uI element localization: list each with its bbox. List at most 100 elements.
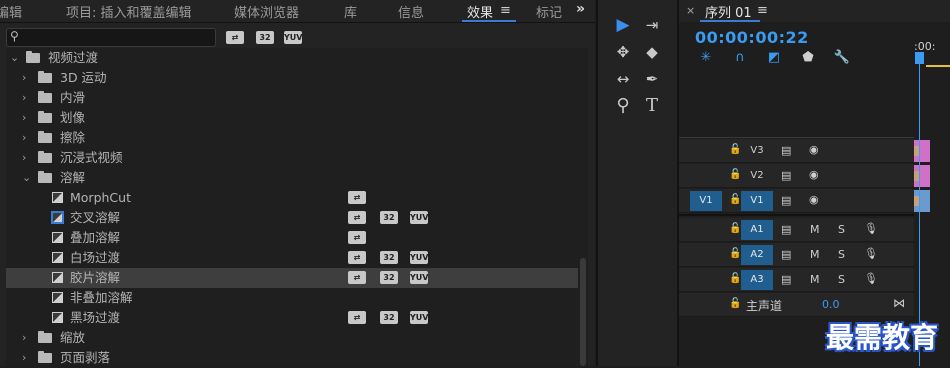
snap-magnet-icon[interactable]: ∩ — [731, 50, 749, 66]
active-tab-indicator — [462, 20, 516, 22]
track-target-a3[interactable]: A3 — [741, 270, 773, 290]
mute-button[interactable]: M — [810, 273, 820, 286]
track-select-forward-tool-icon[interactable]: ⇥ — [641, 14, 663, 36]
chevron-down-icon[interactable]: ⌄ — [10, 48, 19, 68]
tree-folder-dissolve[interactable]: ⌄ 溶解 — [6, 168, 578, 188]
32bit-filter-icon[interactable]: 32 — [256, 31, 274, 44]
effect-additive-dissolve[interactable]: 叠加溶解 ⇄ — [6, 228, 578, 248]
chevron-right-icon[interactable]: › — [22, 328, 26, 348]
effect-cross-dissolve[interactable]: 交叉溶解 ⇄ 32 YUV — [6, 208, 578, 228]
chevron-right-icon[interactable]: › — [22, 108, 26, 128]
lock-icon[interactable]: 🔓 — [729, 248, 741, 259]
microphone-icon[interactable]: 🎙 — [864, 222, 878, 235]
lock-icon[interactable]: 🔓 — [729, 273, 741, 284]
tab-project[interactable]: 项目: 插入和覆盖编辑 — [66, 2, 192, 21]
tree-folder-video-transitions[interactable]: ⌄ 视频过渡 — [6, 48, 578, 68]
effect-morphcut[interactable]: MorphCut ⇄ — [6, 188, 578, 208]
eye-icon[interactable]: ◉ — [809, 193, 819, 206]
add-marker-icon[interactable]: ⬟ — [799, 50, 817, 66]
tree-folder-3d-motion[interactable]: › 3D 运动 — [6, 68, 578, 88]
tab-libraries[interactable]: 库 — [344, 2, 357, 21]
tree-item-label: 交叉溶解 — [70, 210, 121, 225]
mute-button[interactable]: M — [810, 248, 820, 261]
microphone-icon[interactable]: 🎙 — [864, 247, 878, 260]
slip-tool-icon[interactable]: ↔ — [612, 68, 634, 90]
sync-lock-icon[interactable]: ▤ — [781, 223, 791, 236]
sync-lock-icon[interactable]: ▤ — [781, 144, 791, 157]
tree-folder-slide[interactable]: › 内滑 — [6, 88, 578, 108]
chevron-right-icon[interactable]: › — [22, 88, 26, 108]
linked-selection-icon[interactable]: ◩ — [765, 50, 783, 66]
timecode-display[interactable]: 00:00:00:22 — [695, 28, 809, 47]
lock-icon[interactable]: 🔓 — [729, 144, 741, 155]
lock-icon[interactable]: 🔓 — [729, 169, 741, 180]
panel-menu-icon[interactable]: ≡ — [757, 3, 768, 18]
chevron-right-icon[interactable]: › — [22, 348, 26, 368]
yuv-filter-icon[interactable]: YUV — [284, 31, 302, 44]
effect-dip-to-white[interactable]: 白场过渡 ⇄ 32 YUV — [6, 248, 578, 268]
sync-lock-icon[interactable]: ▤ — [781, 248, 791, 261]
wrench-icon[interactable]: 🔧 — [833, 50, 851, 66]
track-target-v1[interactable]: V1 — [741, 191, 773, 211]
tab-info[interactable]: 信息 — [398, 2, 424, 21]
ripple-edit-tool-icon[interactable]: ✥ — [612, 41, 634, 63]
eye-icon[interactable]: ◉ — [809, 168, 819, 181]
go-to-out-icon[interactable]: ⋈ — [893, 296, 905, 310]
overflow-chevron-icon[interactable]: » — [576, 1, 585, 17]
pen-tool-icon[interactable]: ✒ — [641, 68, 663, 90]
solo-button[interactable]: S — [838, 273, 845, 286]
transition-effect-icon — [52, 272, 63, 283]
accelerated-badge-icon: ⇄ — [348, 311, 366, 324]
accelerated-badge-icon: ⇄ — [348, 211, 366, 224]
effects-search-input[interactable] — [6, 28, 216, 47]
lock-icon[interactable]: 🔓 — [729, 298, 741, 309]
sync-lock-icon[interactable]: ▤ — [781, 169, 791, 182]
solo-button[interactable]: S — [838, 223, 845, 236]
tree-folder-iris[interactable]: › 划像 — [6, 108, 578, 128]
chevron-right-icon[interactable]: › — [22, 128, 26, 148]
chevron-down-icon[interactable]: ⌄ — [22, 168, 31, 188]
tree-folder-page-peel[interactable]: › 页面剥落 — [6, 348, 578, 368]
nest-sequence-icon[interactable]: ✳ — [697, 50, 715, 66]
effect-film-dissolve[interactable]: 胶片溶解 ⇄ 32 YUV — [6, 268, 578, 288]
panel-tab-bar: 编辑 项目: 插入和覆盖编辑 媒体浏览器 库 信息 效果 ≡ 标记 » — [0, 0, 595, 23]
track-target-v2[interactable]: V2 — [741, 166, 773, 186]
track-divider[interactable] — [679, 137, 914, 138]
razor-tool-icon[interactable]: ◆ — [641, 41, 663, 63]
mute-button[interactable]: M — [810, 223, 820, 236]
source-patch-v1[interactable]: V1 — [690, 191, 722, 211]
video-audio-divider[interactable] — [679, 214, 914, 216]
tree-folder-immersive-video[interactable]: › 沉浸式视频 — [6, 148, 578, 168]
chevron-right-icon[interactable]: › — [22, 148, 26, 168]
solo-button[interactable]: S — [838, 248, 845, 261]
zoom-tool-icon[interactable]: ⚲ — [612, 95, 634, 117]
tab-media-browser[interactable]: 媒体浏览器 — [234, 2, 299, 21]
selection-tool-icon[interactable]: ▶ — [612, 14, 634, 36]
close-icon[interactable]: × — [686, 4, 695, 17]
sync-lock-icon[interactable]: ▤ — [781, 273, 791, 286]
effect-non-additive-dissolve[interactable]: 非叠加溶解 — [6, 288, 578, 308]
sync-lock-icon[interactable]: ▤ — [781, 194, 791, 207]
accelerated-badge-icon: ⇄ — [348, 231, 366, 244]
eye-icon[interactable]: ◉ — [809, 143, 819, 156]
work-area-bar[interactable] — [926, 65, 950, 67]
type-tool-icon[interactable]: T — [641, 95, 663, 117]
panel-menu-icon[interactable]: ≡ — [500, 3, 511, 18]
tab-effects[interactable]: 效果 — [467, 2, 493, 21]
track-target-a2[interactable]: A2 — [741, 245, 773, 265]
track-target-a1[interactable]: A1 — [741, 220, 773, 240]
effect-dip-to-black[interactable]: 黑场过渡 ⇄ 32 YUV — [6, 308, 578, 328]
tree-folder-wipe[interactable]: › 擦除 — [6, 128, 578, 148]
tab-edit[interactable]: 编辑 — [0, 2, 22, 21]
lock-icon[interactable]: 🔓 — [729, 194, 741, 205]
lock-icon[interactable]: 🔓 — [729, 223, 741, 234]
tab-sequence[interactable]: 序列 01 — [705, 2, 752, 21]
chevron-right-icon[interactable]: › — [22, 68, 26, 88]
microphone-icon[interactable]: 🎙 — [864, 272, 878, 285]
tree-folder-zoom[interactable]: › 缩放 — [6, 328, 578, 348]
accelerated-effects-filter-icon[interactable]: ⇄ — [226, 31, 244, 44]
track-target-v3[interactable]: V3 — [741, 141, 773, 161]
master-volume-value[interactable]: 0.0 — [822, 298, 840, 311]
tab-markers[interactable]: 标记 — [536, 2, 562, 21]
scrollbar-thumb[interactable] — [580, 258, 586, 366]
